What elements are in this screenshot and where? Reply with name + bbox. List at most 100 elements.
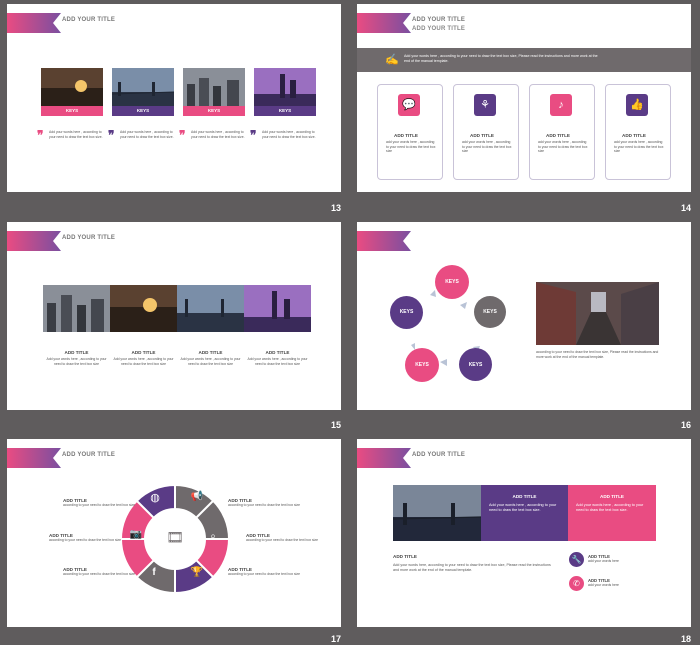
slide-16[interactable]: KEYS KEYS KEYS KEYS KEYS according to yo…: [357, 222, 691, 410]
title-ribbon: [357, 448, 411, 468]
globe-icon: ◍: [150, 492, 160, 504]
column-title: ADD TITLE: [64, 350, 89, 355]
photo-card: KEYS: [254, 68, 316, 116]
chat-icon: 💬: [398, 94, 420, 116]
label-block: ADD TITLE according to your need to draw …: [63, 567, 135, 577]
slide-title: ADD YOUR TITLE: [412, 17, 466, 23]
node-label: KEYS: [483, 309, 497, 315]
column-title: ADD TITLE: [131, 350, 156, 355]
bridge-photo: [393, 485, 481, 541]
banner: ✍ Add your words here , according to you…: [357, 48, 691, 72]
label-text: according to your need to draw the text …: [49, 538, 121, 542]
magenta-box: ADD TITLE Add your words here , accordin…: [568, 485, 656, 541]
card-text: add your words here , according to your …: [614, 140, 664, 154]
night-city-photo: [244, 285, 311, 332]
skyline-photo: [43, 285, 110, 332]
label-text: according to your need to draw the text …: [63, 503, 135, 507]
quote-block: ❞ Add your words here , according to your…: [108, 128, 178, 142]
alley-photo: [536, 282, 659, 345]
column-title: ADD TITLE: [265, 350, 290, 355]
label-text: according to your need to draw the text …: [228, 503, 300, 507]
box-title: ADD TITLE: [600, 494, 624, 499]
node-label: KEYS: [415, 362, 429, 368]
page-number: 14: [680, 203, 691, 213]
quote-mark-icon: ❞: [108, 128, 115, 142]
quote-text: Add your words here , according to your …: [49, 130, 103, 139]
slide-title: ADD YOUR TITLE: [412, 452, 466, 458]
quote-block: ❞ Add your words here , according to your…: [179, 128, 249, 142]
card-text: add your words here , according to your …: [386, 140, 436, 154]
slide-title: ADD YOUR TITLE: [62, 235, 116, 241]
photo-card: KEYS: [183, 68, 245, 116]
page-number: 16: [680, 420, 691, 430]
page-number: 18: [680, 634, 691, 644]
label-text: according to your need to draw the text …: [228, 572, 300, 576]
title-ribbon: [357, 13, 411, 33]
node-label: KEYS: [399, 309, 414, 315]
film-icon: 🎞: [166, 529, 184, 545]
tools-icon: ✍: [385, 54, 399, 66]
title-ribbon: [7, 231, 61, 251]
purple-box: ADD TITLE Add your words here , accordin…: [481, 485, 568, 541]
label-block: ADD TITLE according to your need to draw …: [246, 533, 324, 543]
title-ribbon: [7, 448, 61, 468]
keys-label: KEYS: [278, 108, 292, 113]
description-text: according to your need to draw the text …: [536, 350, 659, 359]
card-text: add your words here , according to your …: [538, 140, 588, 154]
label-text: according to your need to draw the text …: [246, 538, 318, 542]
feature-card[interactable]: ⚘ ADD TITLE add your words here , accord…: [453, 84, 519, 180]
column: ADD TITLE Add your words here , according…: [110, 350, 177, 366]
phone-icon: ✆: [569, 576, 584, 591]
contact-item: ADD TITLE add your words here: [588, 554, 619, 564]
feature-card[interactable]: ♪ ADD TITLE add your words here , accord…: [529, 84, 595, 180]
label-block: ADD TITLE according to your need to draw …: [63, 498, 135, 508]
keys-label: KEYS: [136, 108, 150, 113]
slide-14[interactable]: ADD YOUR TITLE ADD YOUR TITLE ✍ Add your…: [357, 4, 691, 192]
card-title: ADD TITLE: [546, 133, 570, 138]
slide-title-shadow: ADD YOUR TITLE: [412, 26, 466, 32]
column-text: Add your words here , according to your …: [247, 357, 308, 366]
quote-text: Add your words here , according to your …: [262, 130, 316, 139]
page-number: 13: [330, 203, 341, 213]
box-title: ADD TITLE: [512, 494, 537, 499]
contact-text: add your words here: [588, 559, 619, 563]
city-photo: [110, 285, 177, 332]
body-text: Add your words here, according to your n…: [393, 563, 551, 572]
slide-15[interactable]: ADD YOUR TITLE ADD TITLE Add your words h…: [7, 222, 341, 410]
slide-13[interactable]: ADD YOUR TITLE KEYS KEYS KEYS KEYS ❞ Add …: [7, 4, 341, 192]
photo-card: KEYS: [41, 68, 103, 116]
quote-mark-icon: ❞: [250, 128, 257, 142]
contact-item: ADD TITLE add your words here: [588, 578, 619, 588]
feature-card[interactable]: 💬 ADD TITLE add your words here , accord…: [377, 84, 443, 180]
card-text: add your words here , according to your …: [462, 140, 512, 154]
facebook-icon: f: [152, 567, 156, 578]
quote-block: ❞ Add your words here , according to your…: [250, 128, 320, 142]
title-ribbon: [357, 231, 411, 251]
megaphone-icon: 📢: [190, 491, 204, 502]
node-label: KEYS: [445, 279, 459, 285]
page-number: 15: [330, 420, 341, 430]
quote-text: Add your words here , according to your …: [191, 130, 245, 139]
flower-icon: ⚘: [474, 94, 496, 116]
label-block: ADD TITLE according to your need to draw …: [228, 498, 306, 508]
label-block: ADD TITLE according to your need to draw …: [228, 567, 306, 577]
keys-label: KEYS: [65, 108, 79, 113]
feature-card[interactable]: 👍 ADD TITLE add your words here , accord…: [605, 84, 671, 180]
slide-title: ADD YOUR TITLE: [62, 452, 116, 458]
quote-mark-icon: ❞: [179, 128, 186, 142]
keys-label: KEYS: [207, 108, 221, 113]
page-number: 17: [330, 634, 341, 644]
slide-18[interactable]: ADD YOUR TITLE ADD TITLE Add your words …: [357, 439, 691, 627]
quote-mark-icon: ❞: [37, 128, 44, 142]
music-note-icon: ♪: [550, 94, 572, 116]
slide-17[interactable]: ADD YOUR TITLE ◍ 📢 ⌕ 🏆 f 📷 🎞 ADD TITLE ac…: [7, 439, 341, 627]
quote-block: ❞ Add your words here , according to your…: [37, 128, 107, 142]
label-text: according to your need to draw the text …: [63, 572, 135, 576]
title-ribbon: [7, 13, 61, 33]
card-title: ADD TITLE: [470, 133, 494, 138]
card-title: ADD TITLE: [622, 133, 646, 138]
thumbs-up-icon: 👍: [626, 94, 648, 116]
photo-card: KEYS: [112, 68, 174, 116]
column-title: ADD TITLE: [198, 350, 223, 355]
bridge-photo: [177, 285, 244, 332]
